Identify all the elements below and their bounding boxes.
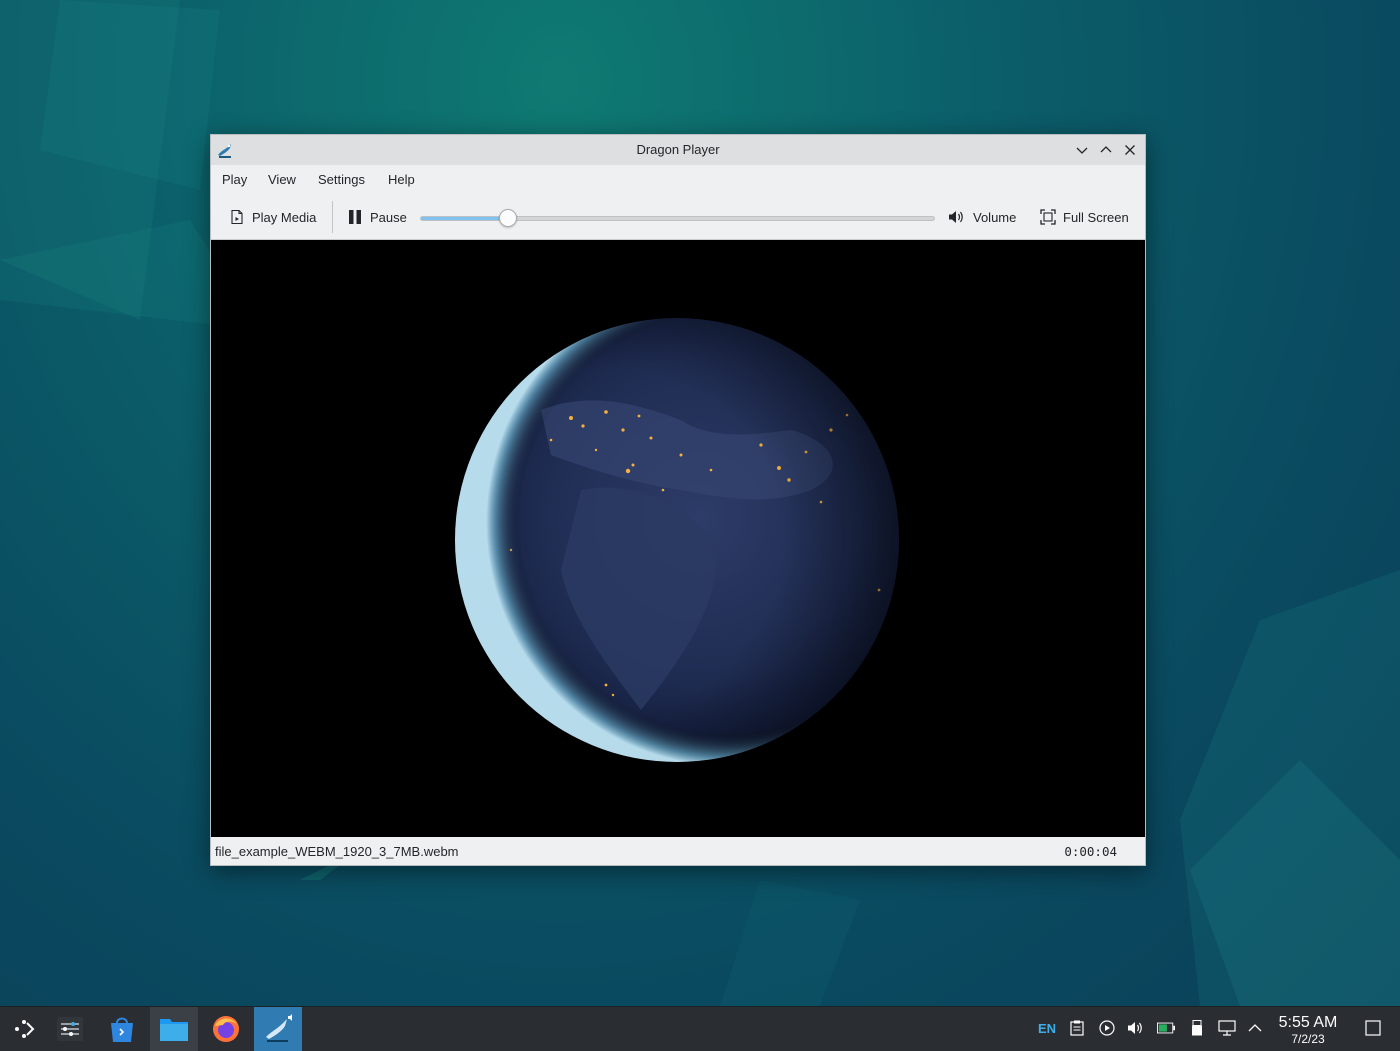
task-firefox[interactable] <box>202 1007 250 1051</box>
battery-icon[interactable] <box>1157 1019 1175 1037</box>
volume-label: Volume <box>973 209 1017 225</box>
fullscreen-icon <box>1040 209 1056 225</box>
close-button[interactable] <box>1120 140 1140 160</box>
minimize-button[interactable] <box>1072 140 1092 160</box>
status-bar: file_example_WEBM_1920_3_7MB.webm 0:00:0… <box>211 837 1145 865</box>
full-screen-button[interactable]: Full Screen <box>1040 206 1129 228</box>
close-icon <box>1125 145 1135 155</box>
application-launcher[interactable] <box>0 1007 48 1051</box>
volume-icon <box>949 211 963 223</box>
taskbar: EN 5:55 AM 7/2/23 <box>0 1006 1400 1051</box>
menu-settings[interactable]: Settings <box>318 172 365 187</box>
task-dolphin[interactable] <box>150 1007 198 1051</box>
keyboard-layout-indicator[interactable]: EN <box>1038 1021 1056 1036</box>
menu-play[interactable]: Play <box>222 172 247 187</box>
discover-icon <box>111 1017 133 1042</box>
dragon-player-icon <box>266 1014 292 1042</box>
volume-button[interactable]: Volume <box>948 206 1016 228</box>
task-dragon-player[interactable] <box>254 1007 302 1051</box>
maximize-button[interactable] <box>1096 140 1116 160</box>
clock-time[interactable]: 5:55 AM <box>1270 1014 1346 1032</box>
open-file-icon <box>231 209 243 225</box>
clipboard-icon[interactable] <box>1068 1019 1086 1037</box>
dragon-player-window: Dragon Player Play View Settings Help Pl… <box>210 134 1146 866</box>
toolbar-separator <box>332 201 333 233</box>
task-system-settings[interactable] <box>46 1007 94 1051</box>
seek-slider-fill <box>421 217 509 220</box>
video-frame-earth-at-night <box>455 318 899 762</box>
clock-date[interactable]: 7/2/23 <box>1270 1032 1346 1046</box>
show-desktop-icon[interactable] <box>1364 1019 1382 1037</box>
play-media-button[interactable]: Play Media <box>229 206 316 228</box>
menu-view[interactable]: View <box>268 172 296 187</box>
title-bar[interactable]: Dragon Player <box>211 135 1145 165</box>
menu-help[interactable]: Help <box>388 172 415 187</box>
pause-button[interactable]: Pause <box>347 206 407 228</box>
usb-device-icon[interactable] <box>1188 1019 1206 1037</box>
seek-slider[interactable] <box>420 209 935 227</box>
menu-bar: Play View Settings Help <box>211 165 1145 195</box>
playback-time: 0:00:04 <box>1064 844 1117 859</box>
volume-icon[interactable] <box>1127 1019 1145 1037</box>
network-icon[interactable] <box>1218 1019 1236 1037</box>
play-media-label: Play Media <box>252 209 317 225</box>
chevron-up-icon <box>1100 146 1112 153</box>
dolphin-icon <box>160 1019 188 1041</box>
system-settings-icon <box>57 1017 83 1041</box>
file-name: file_example_WEBM_1920_3_7MB.webm <box>215 844 459 859</box>
chevron-down-icon <box>1076 147 1088 154</box>
media-player-icon[interactable] <box>1098 1019 1116 1037</box>
pause-label: Pause <box>370 209 407 225</box>
video-area[interactable] <box>211 240 1145 837</box>
task-discover[interactable] <box>98 1007 146 1051</box>
full-screen-label: Full Screen <box>1063 209 1129 225</box>
chevron-up-icon[interactable] <box>1246 1019 1264 1037</box>
pause-icon <box>349 210 361 224</box>
firefox-icon <box>213 1016 239 1042</box>
launcher-icon <box>15 1020 35 1038</box>
window-title: Dragon Player <box>636 142 720 157</box>
